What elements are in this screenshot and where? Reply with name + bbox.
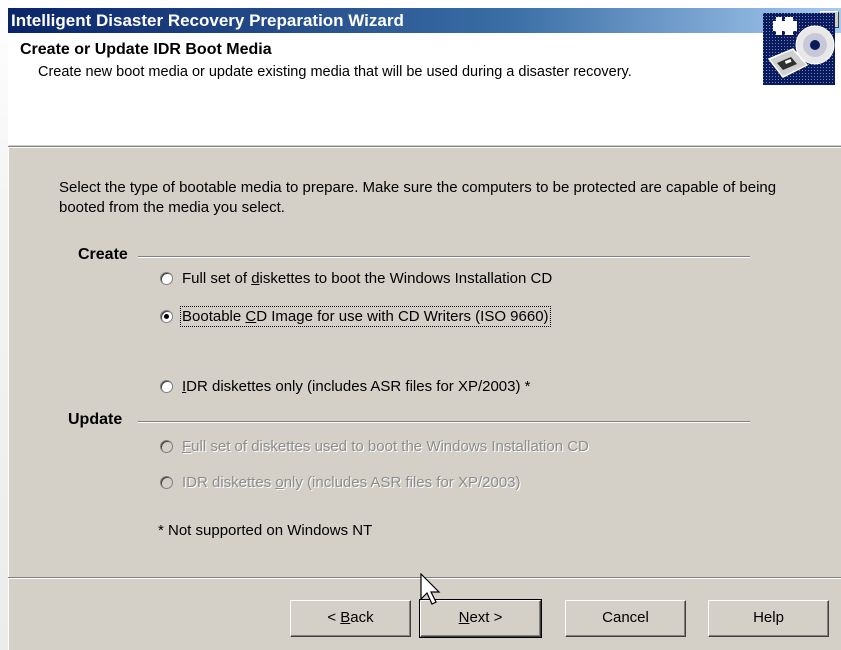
title-bar[interactable]: Intelligent Disaster Recovery Preparatio… [8, 8, 841, 33]
window-title: Intelligent Disaster Recovery Preparatio… [11, 11, 404, 30]
radio-label: IDR diskettes only (includes ASR files f… [182, 378, 531, 395]
mouse-cursor-icon [420, 573, 441, 605]
radio-button[interactable] [160, 272, 173, 285]
radio-bootable-cd-image[interactable]: Bootable CD Image for use with CD Writer… [160, 306, 551, 327]
radio-button[interactable] [160, 380, 173, 393]
create-group-label: Create [78, 246, 128, 263]
cancel-button[interactable]: Cancel [565, 600, 686, 637]
radio-label: IDR diskettes only (includes ASR files f… [182, 474, 521, 491]
radio-button[interactable] [160, 440, 173, 453]
radio-label: Full set of diskettes to boot the Window… [182, 270, 553, 287]
radio-update-idr-diskettes[interactable]: IDR diskettes only (includes ASR files f… [160, 474, 521, 491]
update-group-label: Update [68, 411, 123, 428]
radio-label: Full set of diskettes used to boot the W… [182, 438, 589, 455]
radio-button[interactable] [160, 476, 173, 489]
back-button[interactable]: < Back [290, 600, 411, 637]
radio-button[interactable] [160, 310, 173, 323]
page-description: Create new boot media or update existing… [38, 64, 632, 80]
radio-full-diskettes[interactable]: Full set of diskettes to boot the Window… [160, 270, 552, 287]
update-group-divider [138, 421, 750, 423]
disk-cd-icon [763, 13, 835, 85]
radio-idr-diskettes-only[interactable]: IDR diskettes only (includes ASR files f… [160, 378, 531, 395]
footnote: * Not supported on Windows NT [158, 522, 373, 539]
help-button[interactable]: Help [708, 600, 829, 637]
header-divider [8, 146, 841, 148]
create-group-divider [138, 256, 750, 258]
radio-update-full-diskettes[interactable]: Full set of diskettes used to boot the W… [160, 438, 589, 455]
radio-label: Bootable CD Image for use with CD Writer… [180, 306, 551, 327]
page-title: Create or Update IDR Boot Media [20, 41, 272, 58]
instructions-text: Select the type of bootable media to pre… [59, 179, 777, 216]
wizard-window: Intelligent Disaster Recovery Preparatio… [8, 8, 841, 650]
